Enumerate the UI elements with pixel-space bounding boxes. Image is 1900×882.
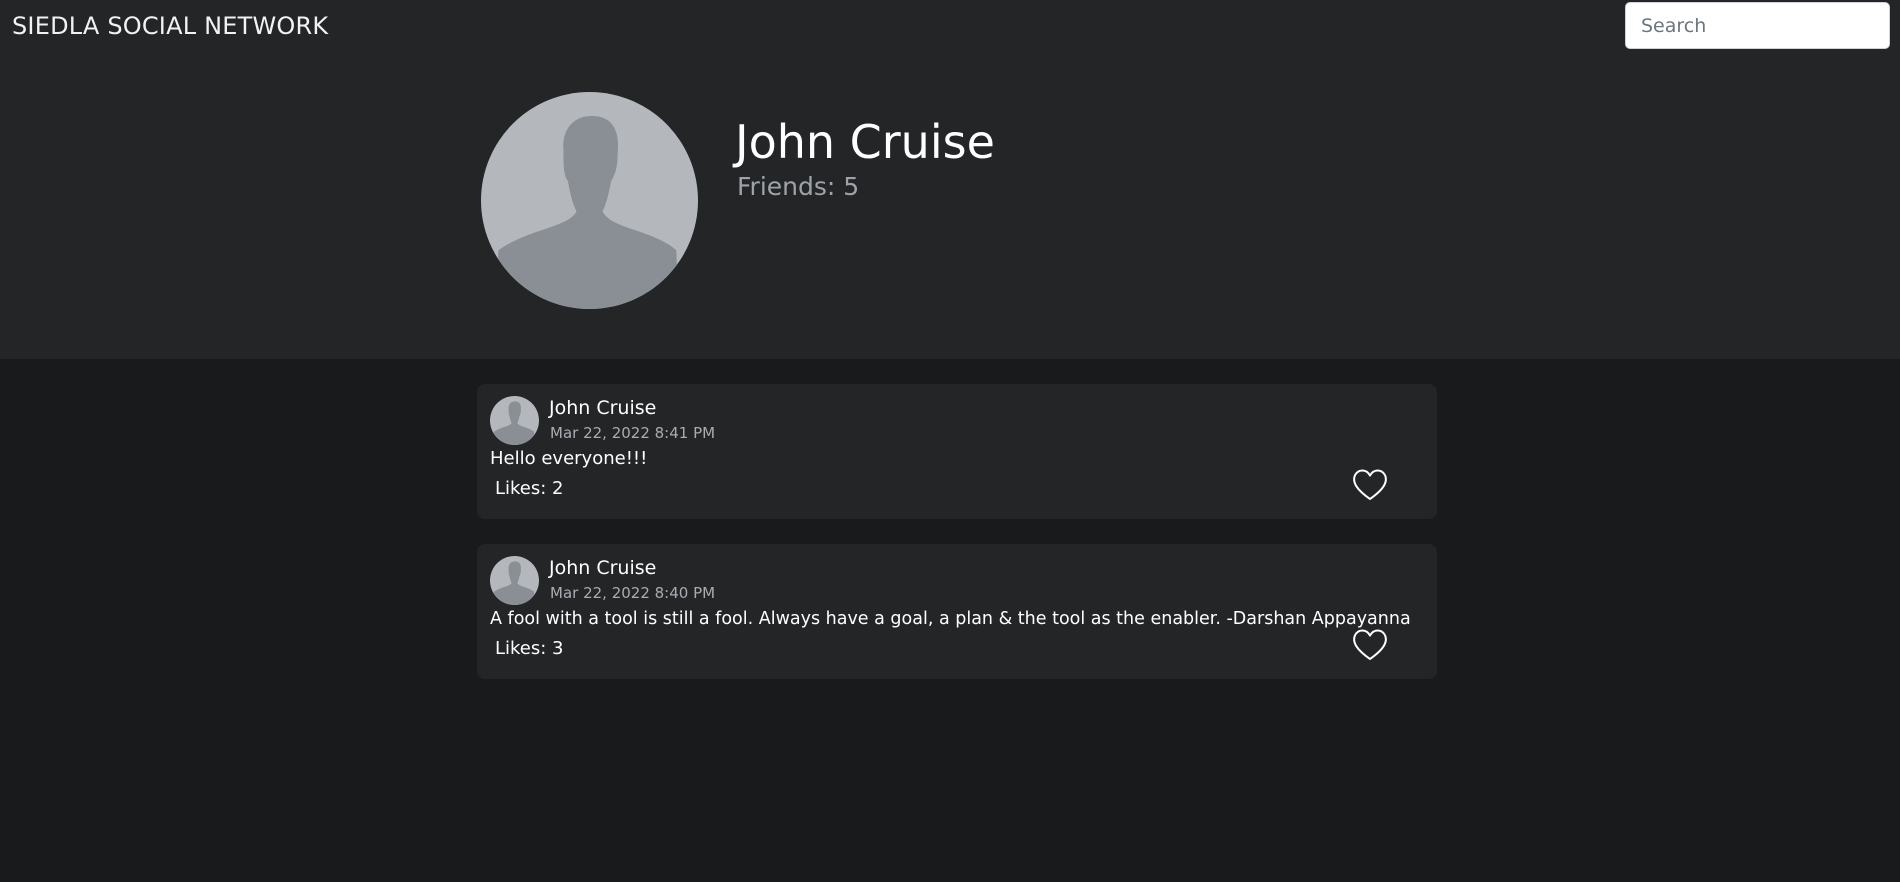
post-author-name[interactable]: John Cruise [549,396,656,420]
post-card: John Cruise Mar 22, 2022 8:41 PM Hello e… [477,384,1437,519]
profile-avatar [481,92,698,309]
post-author-avatar[interactable] [490,556,539,605]
site-brand[interactable]: SIEDLA SOCIAL NETWORK [12,11,328,41]
post-timestamp: Mar 22, 2022 8:41 PM [550,424,716,442]
post-author-name[interactable]: John Cruise [549,556,656,580]
post-author-avatar[interactable] [490,396,539,445]
user-silhouette-icon [493,561,535,605]
friends-count[interactable]: Friends: 5 [737,172,859,202]
post-likes-count: Likes: 2 [495,478,564,499]
post-content: Hello everyone!!! [490,448,648,469]
post-likes-count: Likes: 3 [495,638,564,659]
post-card: John Cruise Mar 22, 2022 8:40 PM A fool … [477,544,1437,679]
user-silhouette-icon [496,115,679,309]
search-input[interactable] [1625,2,1890,49]
post-content: A fool with a tool is still a fool. Alwa… [490,609,1411,629]
heart-outline-icon [1353,629,1387,660]
page: SIEDLA SOCIAL NETWORK John Cruise Friend… [0,0,1900,882]
post-timestamp: Mar 22, 2022 8:40 PM [550,584,716,602]
profile-header: SIEDLA SOCIAL NETWORK John Cruise Friend… [0,0,1900,359]
heart-outline-icon [1353,469,1387,500]
profile-name: John Cruise [735,115,995,169]
like-button[interactable] [1352,468,1388,502]
like-button[interactable] [1352,628,1388,662]
user-silhouette-icon [493,401,535,445]
